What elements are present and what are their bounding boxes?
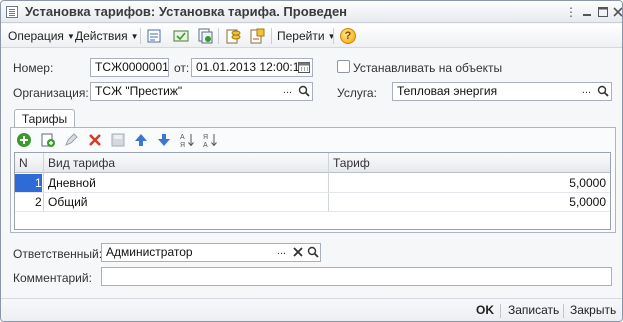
table-row[interactable]: 2 Общий 5,0000 [15,193,610,212]
search-icon[interactable] [595,83,610,100]
delete-row-icon[interactable] [87,132,103,148]
actions-menu-label: Действия [75,29,128,43]
title-bar: Установка тарифов: Установка тарифа. Про… [1,1,622,23]
operation-menu[interactable]: Операция ▼ [8,29,75,43]
clear-icon[interactable] [290,244,305,261]
tariffs-table[interactable]: N Вид тарифа Тариф 1 Дневной 5,0000 2 Об… [14,152,611,230]
toolbar-divider [271,28,272,44]
date-label: от: [174,61,190,75]
tariff-type-cell: Общий [48,195,88,209]
comment-field[interactable] [101,267,612,286]
sort-descending-icon[interactable]: ЯA [202,132,218,149]
tab-tariffs[interactable]: Тарифы [14,109,75,128]
sort-ascending-icon[interactable]: AЯ [179,132,195,149]
chevron-down-icon: ▼ [66,32,75,41]
date-field[interactable]: 01.01.2013 12:00:13 [191,58,313,77]
responsible-label: Ответственный: [13,247,103,261]
help-icon[interactable]: ? [340,28,356,44]
svg-text:A: A [180,134,185,141]
close-icon[interactable] [610,4,622,20]
table-row[interactable]: 1 Дневной 5,0000 [15,174,610,193]
edit-row-icon[interactable] [63,132,79,148]
window-title: Установка тарифов: Установка тарифа. Про… [25,4,348,19]
ok-button[interactable]: OK [476,303,494,317]
add-row-icon[interactable] [16,132,32,148]
chevron-down-icon: ▼ [130,32,139,41]
rate-cell: 5,0000 [569,195,606,209]
tariff-type-cell: Дневной [48,176,96,190]
svg-text:A: A [203,142,208,148]
column-header-rate[interactable]: Тариф [333,156,370,170]
minimize-icon[interactable] [579,4,595,20]
table-header: N Вид тарифа Тариф [15,153,610,173]
number-label: Номер: [13,61,54,75]
close-button[interactable]: Закрыть [570,303,616,317]
document-icon [6,6,18,18]
maximize-icon[interactable] [595,4,611,20]
copy-row-icon[interactable] [40,132,56,148]
date-value: 01.01.2013 12:00:13 [196,60,307,74]
organization-value: ТСЖ "Престиж" [95,84,183,98]
chevron-down-icon: ▼ [327,32,336,41]
service-select-button[interactable]: ... [579,83,594,100]
copy-document-icon[interactable] [197,28,213,44]
svg-text:Я: Я [203,134,208,141]
svg-text:Я: Я [180,142,185,148]
responsible-select-button[interactable]: ... [274,244,289,261]
apply-objects-label: Устанавливать на объекты [353,61,503,75]
column-header-n[interactable]: N [19,156,28,170]
number-field[interactable]: ТСЖ00000015 [90,58,169,77]
actions-menu[interactable]: Действия ▼ [75,29,139,43]
movements-icon[interactable] [225,28,241,44]
search-icon[interactable] [305,244,320,261]
end-edit-icon[interactable] [110,132,126,148]
move-down-icon[interactable] [156,132,172,148]
toolbar: Операция ▼ Действия ▼ Перейти ▼ ? [1,24,622,48]
responsible-value: Администратор [106,245,193,259]
toolbar-divider [140,28,141,44]
extra-menu-icon[interactable]: ⋮ [563,4,579,20]
operation-menu-label: Операция [8,29,64,43]
post-and-close-icon[interactable] [146,28,162,44]
toolbar-divider [333,28,334,44]
service-label: Услуга: [337,86,377,100]
organization-label: Организация: [13,86,89,100]
goto-menu-label: Перейти [277,29,325,43]
move-up-icon[interactable] [133,132,149,148]
row-number: 2 [35,195,42,209]
comment-label: Комментарий: [13,271,92,285]
organization-select-button[interactable]: ... [280,83,295,100]
button-divider [563,304,564,318]
rate-cell: 5,0000 [569,176,606,190]
save-button[interactable]: Записать [508,303,559,317]
print-form-icon[interactable] [249,28,265,44]
service-value: Тепловая энергия [397,84,498,98]
column-header-tariff-type[interactable]: Вид тарифа [48,156,115,170]
apply-objects-checkbox[interactable] [337,60,350,73]
search-icon[interactable] [296,83,311,100]
goto-menu[interactable]: Перейти ▼ [277,29,335,43]
toolbar-divider [218,28,219,44]
button-divider [500,304,501,318]
document-window: Установка тарифов: Установка тарифа. Про… [0,0,623,322]
post-document-icon[interactable] [173,28,189,44]
row-number: 1 [35,176,42,190]
bottom-button-bar: OK Записать Закрыть [1,298,622,321]
calendar-icon[interactable] [296,59,311,76]
